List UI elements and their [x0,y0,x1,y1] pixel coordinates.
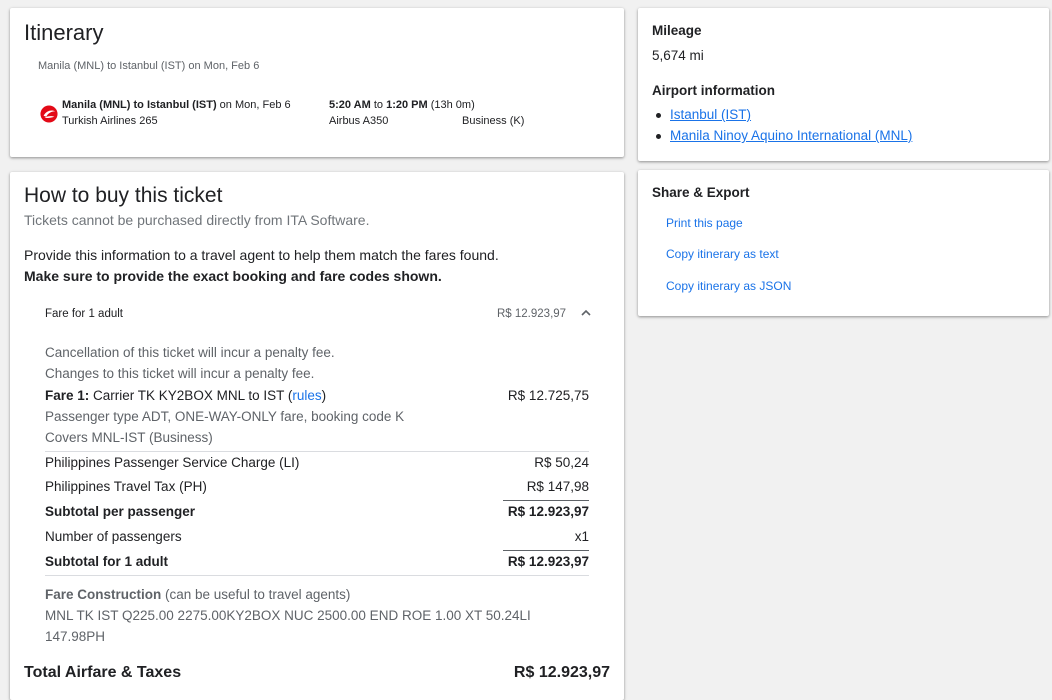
list-item: Manila Ninoy Aquino International (MNL) [652,128,912,149]
route-summary: Manila (MNL) to Istanbul (IST) on Mon, F… [38,60,260,72]
segment-route: Manila (MNL) to Istanbul (IST) on Mon, F… [62,99,291,111]
subtotal-pp-label: Subtotal per passenger [45,504,196,519]
passengers-count: x1 [574,529,589,544]
print-page-link[interactable]: Print this page [666,216,743,230]
mileage-value: 5,674 mi [652,48,704,63]
segment-destination: Istanbul (IST) [146,99,217,111]
divider [45,451,589,452]
fare-construction-label: Fare Construction [45,587,162,602]
tax-ph-amount: R$ 147,98 [526,479,589,494]
itinerary-card: Itinerary Manila (MNL) to Istanbul (IST)… [10,8,624,157]
segment-duration: (13h 0m) [427,99,475,111]
airport-info-title: Airport information [652,83,775,98]
airport-link-mnl[interactable]: Manila Ninoy Aquino International (MNL) [670,128,912,143]
mileage-card: Mileage 5,674 mi Airport information Ist… [638,8,1049,161]
passengers-label: Number of passengers [45,529,182,544]
segment-to-word: to [130,99,147,111]
fare-construction-heading: Fare Construction (can be useful to trav… [45,587,350,602]
fare-header-label: Fare for 1 adult [45,308,123,320]
time-to-word: to [370,99,387,111]
sum-rule [503,550,589,551]
fare1-close: ) [321,388,327,403]
chevron-up-icon[interactable] [579,306,593,320]
fare-construction-line2: 147.98PH [45,629,106,644]
fare-construction-line1: MNL TK IST Q225.00 2275.00KY2BOX NUC 250… [45,608,531,623]
subtotal-amount: R$ 12.923,97 [507,554,589,569]
turkish-airlines-logo-icon [40,105,58,123]
fare1-amount: R$ 12.725,75 [507,388,589,403]
mileage-title: Mileage [652,23,702,38]
how-to-buy-card: How to buy this ticket Tickets cannot be… [10,172,624,700]
segment-cabin: Business (K) [462,115,525,127]
buy-title: How to buy this ticket [24,184,223,207]
tax-li-amount: R$ 50,24 [534,455,589,470]
itinerary-title: Itinerary [24,20,104,45]
share-title: Share & Export [652,185,750,200]
total-label: Total Airfare & Taxes [24,664,182,681]
segment-time: 5:20 AM to 1:20 PM (13h 0m) [329,99,475,111]
copy-text-link[interactable]: Copy itinerary as text [666,247,779,261]
buy-subtitle: Tickets cannot be purchased directly fro… [24,212,370,228]
divider [45,575,589,576]
subtotal-label: Subtotal for 1 adult [45,554,168,569]
segment-date: on Mon, Feb 6 [216,99,291,111]
sum-rule [503,500,589,501]
tax-li-label: Philippines Passenger Service Charge (LI… [45,455,300,470]
airport-list: Istanbul (IST) Manila Ninoy Aquino Inter… [652,107,912,149]
fare1-covers: Covers MNL-IST (Business) [45,430,213,445]
segment-origin: Manila (MNL) [62,99,131,111]
fare1-desc: Carrier TK KY2BOX MNL to IST ( [89,388,293,403]
fare1-detail: Passenger type ADT, ONE-WAY-ONLY fare, b… [45,409,405,424]
depart-time: 5:20 AM [329,99,371,111]
fare1-label: Fare 1: [45,388,90,403]
fare1-line: Fare 1: Carrier TK KY2BOX MNL to IST (ru… [45,388,326,403]
copy-json-link[interactable]: Copy itinerary as JSON [666,279,791,293]
fare-construction-note: (can be useful to travel agents) [161,587,351,602]
change-penalty: Changes to this ticket will incur a pena… [45,366,315,381]
buy-info: Provide this information to a travel age… [24,247,499,263]
total-amount: R$ 12.923,97 [513,664,610,681]
fare-header-amount: R$ 12.923,97 [497,308,567,320]
share-export-card: Share & Export Print this page Copy itin… [638,170,1049,316]
cancellation-penalty: Cancellation of this ticket will incur a… [45,345,335,360]
buy-warning: Make sure to provide the exact booking a… [24,268,442,284]
fare-rules-link[interactable]: rules [292,388,321,403]
segment-aircraft: Airbus A350 [329,115,389,127]
list-item: Istanbul (IST) [652,107,912,128]
subtotal-pp-amount: R$ 12.923,97 [507,504,589,519]
arrive-time: 1:20 PM [386,99,428,111]
airport-link-ist[interactable]: Istanbul (IST) [670,107,751,122]
segment-airline: Turkish Airlines 265 [62,115,158,127]
tax-ph-label: Philippines Travel Tax (PH) [45,479,207,494]
